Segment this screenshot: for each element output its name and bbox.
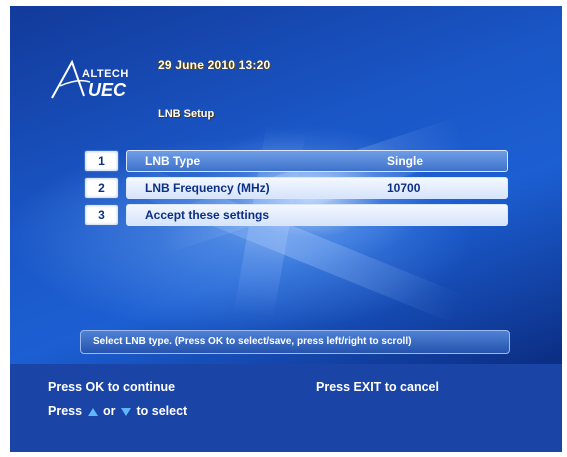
menu-item-label: Accept these settings bbox=[145, 208, 270, 222]
logo-text-top: ALTECH bbox=[82, 68, 129, 80]
select-hint-or: or bbox=[103, 404, 116, 418]
menu-item-label: LNB Type bbox=[145, 154, 201, 168]
menu-item-label: LNB Frequency (MHz) bbox=[145, 181, 270, 195]
menu-item-value: 10700 bbox=[387, 181, 421, 195]
ok-continue-hint: Press OK to continue bbox=[48, 380, 176, 394]
menu-number-3[interactable]: 3 bbox=[84, 204, 119, 226]
menu-item-lnb-frequency[interactable]: LNB Frequency (MHz) 10700 bbox=[126, 177, 508, 199]
select-hint-suffix: to select bbox=[136, 404, 188, 418]
altech-uec-logo: ALTECH UEC bbox=[50, 56, 160, 116]
menu-number-2[interactable]: 2 bbox=[84, 177, 119, 199]
logo-text-bottom: UEC bbox=[88, 80, 127, 100]
menu-number-1[interactable]: 1 bbox=[84, 150, 119, 172]
help-text-bar: Select LNB type. (Press OK to select/sav… bbox=[80, 330, 510, 354]
footer-panel: Press OK to continue Press EXIT to cance… bbox=[10, 364, 562, 452]
tv-screen: ALTECH UEC 29 June 2010 13:20 LNB Setup … bbox=[10, 6, 562, 452]
navigate-select-hint: Press or to select bbox=[48, 404, 187, 418]
menu-item-value: Single bbox=[387, 154, 424, 168]
menu-item-accept-settings[interactable]: Accept these settings bbox=[126, 204, 508, 226]
triangle-down-icon bbox=[121, 407, 132, 416]
screen-title: LNB Setup bbox=[158, 108, 215, 120]
select-hint-prefix: Press bbox=[48, 404, 83, 418]
triangle-up-icon bbox=[87, 407, 98, 416]
exit-cancel-hint: Press EXIT to cancel bbox=[316, 380, 439, 394]
datetime-label: 29 June 2010 13:20 bbox=[158, 58, 271, 72]
menu-item-lnb-type[interactable]: LNB Type Single bbox=[126, 150, 508, 172]
